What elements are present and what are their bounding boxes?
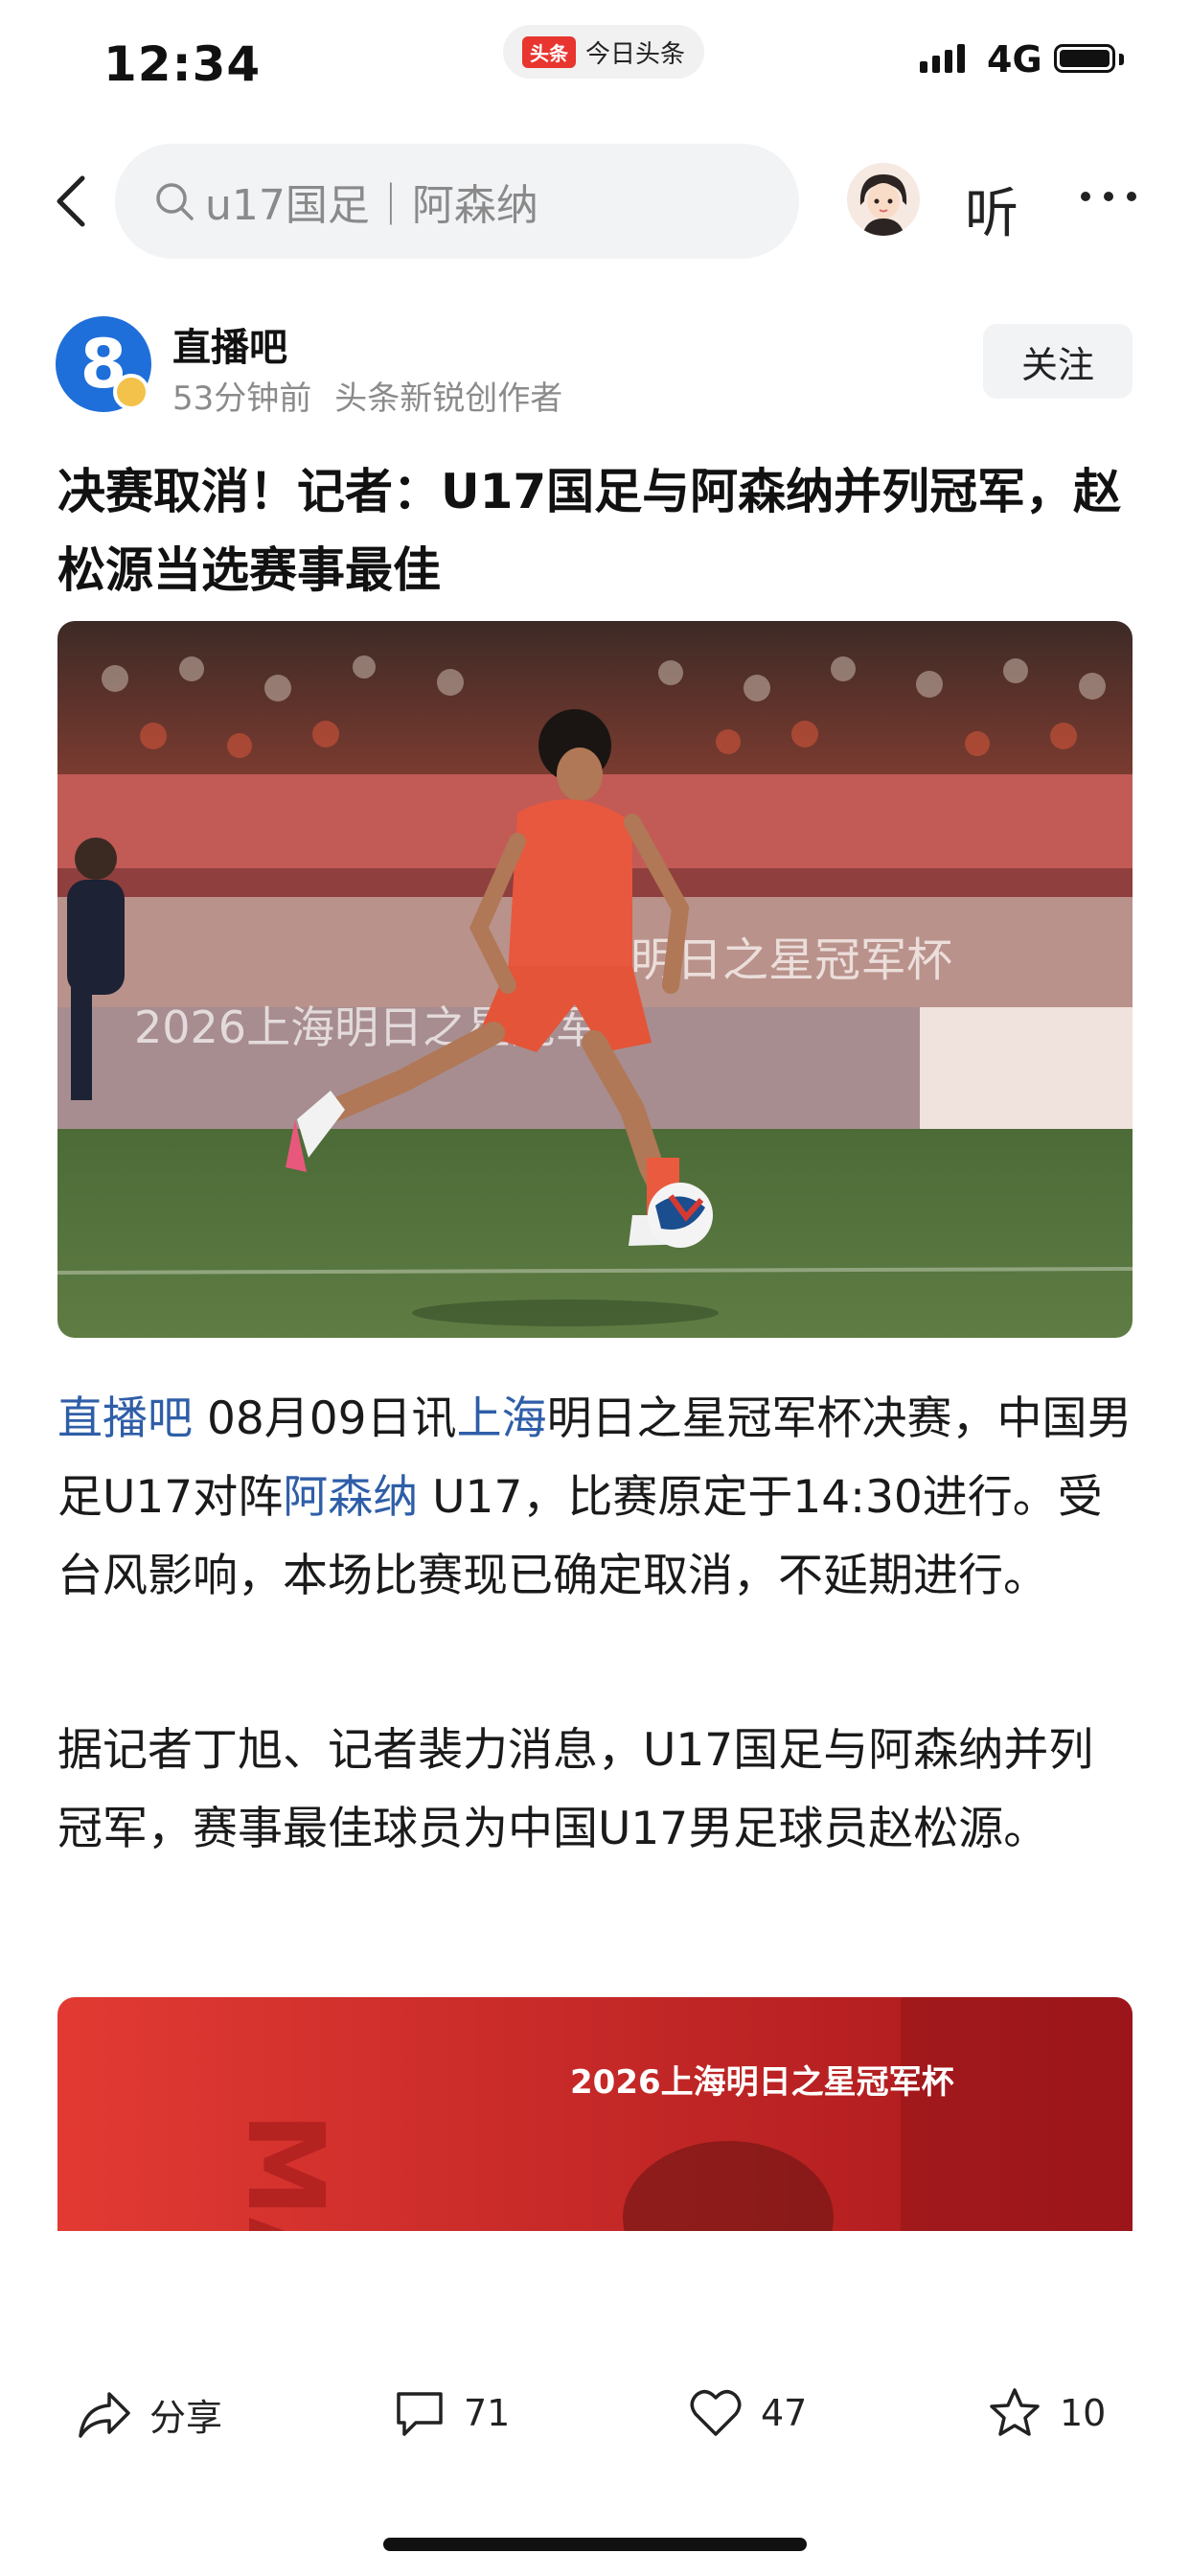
comment-button[interactable]: 71 (393, 2386, 510, 2440)
author-tag: 头条新锐创作者 (334, 380, 563, 418)
author-meta: 53分钟前 头条新锐创作者 (172, 372, 562, 419)
status-time: 12:34 (103, 36, 262, 92)
network-type: 4G (987, 38, 1042, 80)
creator-badge-icon (113, 374, 149, 410)
battery-icon (1054, 44, 1115, 73)
article-paragraph-2: 据记者丁旭、记者裴力消息，U17国足与阿森纳并列冠军，赛事最佳球员为中国U17男… (57, 1724, 1094, 1855)
article-headline: 决赛取消！记者：U17国足与阿森纳并列冠军，赵松源当选赛事最佳 (57, 464, 1122, 598)
photo2-side-text: MA (224, 2112, 347, 2231)
share-button[interactable]: 分享 (77, 2386, 222, 2442)
like-count: 47 (761, 2392, 808, 2434)
shanghai-link[interactable]: 上海 (457, 1392, 547, 1445)
follow-button[interactable]: 关注 (983, 324, 1133, 399)
comment-icon (397, 2392, 443, 2436)
more-icon[interactable] (1081, 192, 1136, 201)
article-photo-2[interactable]: MA 2026上海明日之星冠军杯 (57, 1997, 1133, 2231)
source-link[interactable]: 直播吧 (57, 1392, 193, 1445)
article-photo[interactable]: 海明日之星冠军杯 2026上海明日之星冠军杯 (57, 621, 1133, 1338)
comment-count: 71 (464, 2392, 511, 2434)
home-indicator[interactable] (383, 2538, 807, 2551)
share-label: 分享 (149, 2396, 223, 2439)
search-query: u17国足｜阿森纳 (205, 181, 538, 230)
user-avatar[interactable] (847, 163, 920, 236)
arsenal-link[interactable]: 阿森纳 (283, 1471, 418, 1524)
publish-time: 53分钟前 (172, 380, 312, 418)
app-logo: 头条 (522, 35, 576, 68)
photo2-title: 2026上海明日之星冠军杯 (570, 2063, 954, 2102)
search-icon (156, 183, 194, 220)
favorite-count: 10 (1060, 2392, 1107, 2434)
board-text-upper: 海明日之星冠军杯 (584, 933, 952, 987)
article-paragraph-1: 直播吧 08月09日讯上海明日之星冠军杯决赛，中国男足U17对阵阿森纳 U17，… (57, 1380, 1133, 1616)
heart-icon (690, 2389, 742, 2436)
share-icon (79, 2392, 130, 2438)
app-indicator[interactable]: 头条 今日头条 (503, 25, 705, 79)
p1-text-a: 08月09日讯 (193, 1392, 457, 1445)
back-icon[interactable] (46, 172, 103, 230)
author-name[interactable]: 直播吧 (172, 316, 287, 372)
battery-cap (1119, 54, 1124, 65)
like-button[interactable]: 47 (688, 2386, 807, 2440)
cellular-signal-icon (920, 44, 965, 73)
search-bar[interactable]: u17国足｜阿森纳 (115, 144, 799, 259)
app-name: 今日头条 (585, 39, 686, 69)
star-icon (990, 2388, 1040, 2436)
listen-button[interactable]: 听 (965, 171, 1018, 248)
favorite-button[interactable]: 10 (987, 2386, 1106, 2440)
